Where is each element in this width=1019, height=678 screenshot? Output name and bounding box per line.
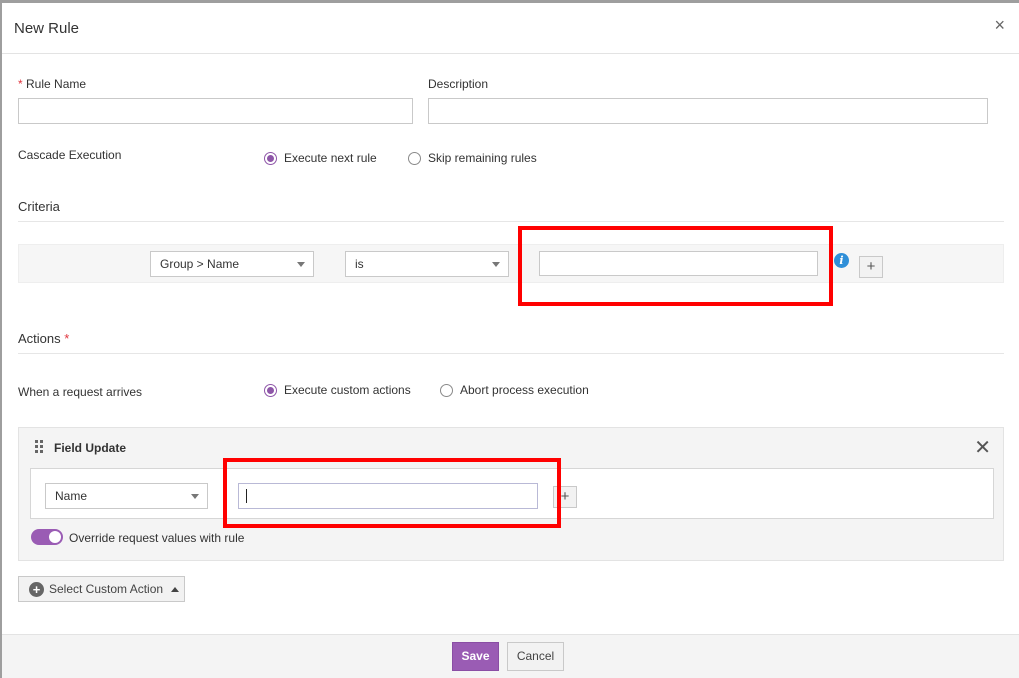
when-request-arrives-label: When a request arrives xyxy=(18,385,143,399)
required-mark: * xyxy=(18,77,23,91)
actions-title-text: Actions xyxy=(18,331,61,346)
radio-label: Execute next rule xyxy=(284,151,377,165)
radio-label: Skip remaining rules xyxy=(428,151,537,165)
text-cursor xyxy=(246,489,247,503)
new-rule-dialog: New Rule × * Rule Name Description Casca… xyxy=(0,0,1019,678)
dialog-title: New Rule xyxy=(14,20,80,37)
radio-checked-icon xyxy=(264,151,277,165)
chevron-down-icon xyxy=(297,262,305,267)
select-custom-action-button[interactable]: + Select Custom Action xyxy=(18,576,185,602)
rule-name-input[interactable] xyxy=(18,98,413,124)
field-update-field-select[interactable]: Name xyxy=(45,483,208,509)
radio-checked-icon xyxy=(264,383,277,397)
info-icon[interactable]: i xyxy=(834,253,849,268)
add-criteria-button[interactable]: + xyxy=(859,256,883,278)
radio-abort-process-execution[interactable]: Abort process execution xyxy=(440,383,589,397)
circle-plus-icon: + xyxy=(29,581,44,597)
radio-label: Abort process execution xyxy=(460,383,589,397)
field-update-value-input[interactable] xyxy=(238,483,538,509)
criteria-field-select[interactable]: Group > Name xyxy=(150,251,314,277)
cascade-execution-label: Cascade Execution xyxy=(18,148,122,162)
criteria-field-value: Group > Name xyxy=(160,257,240,271)
field-update-panel: Field Update ✕ Name + Override request v… xyxy=(18,427,1004,561)
close-icon[interactable]: × xyxy=(994,16,1005,34)
select-custom-action-label: Select Custom Action xyxy=(49,582,164,596)
description-input[interactable] xyxy=(428,98,988,124)
radio-execute-next-rule[interactable]: Execute next rule xyxy=(264,151,377,165)
add-field-button[interactable]: + xyxy=(553,486,577,508)
description-label: Description xyxy=(428,77,489,91)
field-update-field-value: Name xyxy=(55,489,88,503)
radio-unchecked-icon xyxy=(408,151,421,165)
radio-label: Execute custom actions xyxy=(284,383,411,397)
field-update-row: Name + xyxy=(30,468,994,519)
required-mark: * xyxy=(64,331,70,346)
chevron-down-icon xyxy=(492,262,500,267)
rule-name-label-text: Rule Name xyxy=(26,77,87,91)
actions-divider xyxy=(18,353,1004,354)
radio-skip-remaining-rules[interactable]: Skip remaining rules xyxy=(408,151,537,165)
criteria-divider xyxy=(18,221,1004,222)
radio-unchecked-icon xyxy=(440,383,453,397)
remove-action-icon[interactable]: ✕ xyxy=(974,438,991,458)
criteria-operator-select[interactable]: is xyxy=(345,251,509,277)
drag-handle-icon[interactable] xyxy=(35,440,43,453)
override-toggle-label: Override request values with rule xyxy=(69,531,245,545)
chevron-up-icon xyxy=(171,586,180,592)
cancel-button[interactable]: Cancel xyxy=(507,642,564,671)
chevron-down-icon xyxy=(191,494,199,499)
criteria-operator-value: is xyxy=(355,257,364,271)
criteria-value-input[interactable] xyxy=(539,251,818,276)
override-toggle[interactable] xyxy=(31,529,63,545)
dialog-footer: Save Cancel xyxy=(2,634,1019,678)
radio-execute-custom-actions[interactable]: Execute custom actions xyxy=(264,383,411,397)
field-update-title: Field Update xyxy=(54,441,127,455)
actions-title: Actions * xyxy=(18,331,69,346)
criteria-title: Criteria xyxy=(18,199,60,214)
criteria-row: Group > Name is i + xyxy=(18,244,1004,283)
save-button[interactable]: Save xyxy=(452,642,499,671)
dialog-header: New Rule × xyxy=(2,3,1019,54)
rule-name-label: * Rule Name xyxy=(18,77,86,91)
